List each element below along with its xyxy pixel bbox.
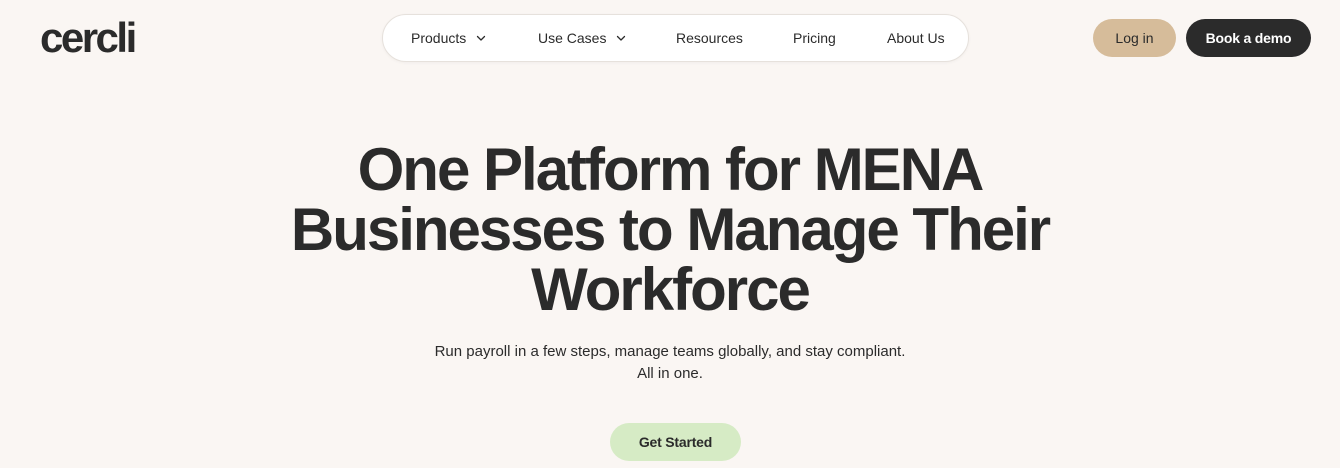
nav-item-label: About Us — [887, 30, 945, 46]
cercli-logo[interactable]: cercli — [40, 14, 137, 62]
nav-item-about-us[interactable]: About Us — [887, 15, 945, 61]
hero-title-line: Workforce — [531, 256, 811, 323]
chevron-down-icon — [476, 33, 486, 43]
nav-item-label: Use Cases — [538, 30, 607, 46]
hero-subtitle-line: Run payroll in a few steps, manage teams… — [434, 343, 906, 360]
nav-item-pricing[interactable]: Pricing — [793, 15, 836, 61]
nav-item-products[interactable]: Products — [411, 15, 486, 61]
chevron-down-icon — [616, 33, 626, 43]
nav-item-label: Pricing — [793, 30, 836, 46]
nav-item-resources[interactable]: Resources — [676, 15, 743, 61]
hero-subtitle-line: All in one. — [637, 365, 703, 382]
hero-title-line: Businesses to Manage Their — [290, 196, 1051, 263]
get-started-button[interactable]: Get Started — [610, 423, 741, 461]
main-nav: Products Use Cases Resources Pricing Abo… — [382, 14, 969, 62]
book-demo-button[interactable]: Book a demo — [1186, 19, 1311, 57]
hero-title: One Platform for MENA Businesses to Mana… — [0, 140, 1340, 320]
hero-subtitle: Run payroll in a few steps, manage teams… — [0, 341, 1340, 385]
nav-item-label: Resources — [676, 30, 743, 46]
nav-item-label: Products — [411, 30, 467, 46]
nav-item-use-cases[interactable]: Use Cases — [538, 15, 626, 61]
hero-title-line: One Platform for MENA — [357, 136, 985, 203]
login-button[interactable]: Log in — [1093, 19, 1176, 57]
